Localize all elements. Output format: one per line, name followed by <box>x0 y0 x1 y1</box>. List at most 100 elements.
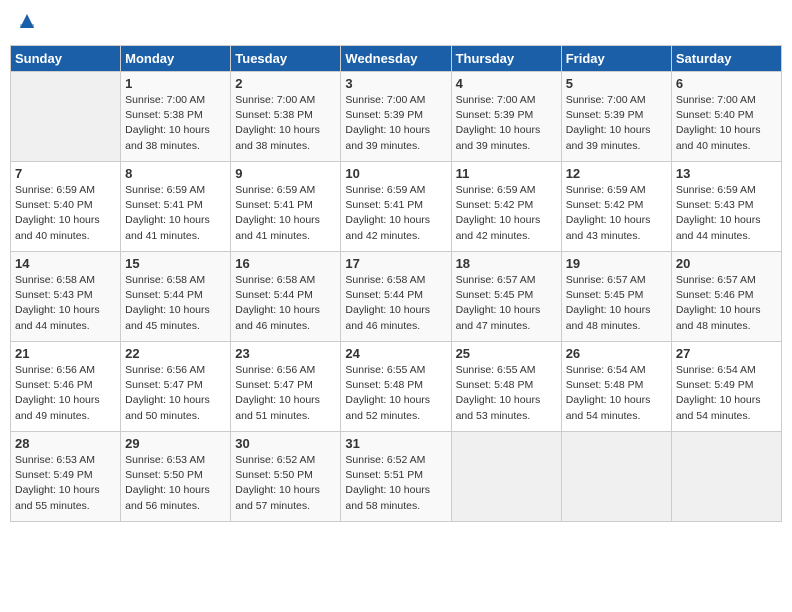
calendar-cell: 15Sunrise: 6:58 AMSunset: 5:44 PMDayligh… <box>121 252 231 342</box>
calendar-cell: 27 Sunrise: 6:54 AMSunset: 5:49 PMDayligh… <box>671 342 781 432</box>
day-info: Sunrise: 6:58 AMSunset: 5:43 PMDaylight:… <box>15 273 116 334</box>
day-info: Sunrise: 7:00 AMSunset: 5:38 PMDaylight:… <box>125 93 226 154</box>
calendar-cell: 7 Sunrise: 6:59 AMSunset: 5:40 PMDaylight… <box>11 162 121 252</box>
day-info: Sunrise: 7:00 AMSunset: 5:40 PMDaylight:… <box>676 93 777 154</box>
day-number: 11 <box>456 166 557 181</box>
day-header-tuesday: Tuesday <box>231 46 341 72</box>
calendar-cell: 23Sunrise: 6:56 AMSunset: 5:47 PMDayligh… <box>231 342 341 432</box>
day-info: Sunrise: 6:53 AMSunset: 5:50 PMDaylight:… <box>125 453 226 514</box>
day-number: 3 <box>345 76 446 91</box>
calendar-table: SundayMondayTuesdayWednesdayThursdayFrid… <box>10 45 782 522</box>
day-header-saturday: Saturday <box>671 46 781 72</box>
day-info: Sunrise: 6:59 AMSunset: 5:43 PMDaylight:… <box>676 183 777 244</box>
day-info: Sunrise: 6:57 AMSunset: 5:46 PMDaylight:… <box>676 273 777 334</box>
day-number: 8 <box>125 166 226 181</box>
calendar-week-row: 7 Sunrise: 6:59 AMSunset: 5:40 PMDaylight… <box>11 162 782 252</box>
calendar-cell: 20 Sunrise: 6:57 AMSunset: 5:46 PMDayligh… <box>671 252 781 342</box>
day-number: 2 <box>235 76 336 91</box>
day-number: 23 <box>235 346 336 361</box>
calendar-week-row: 14 Sunrise: 6:58 AMSunset: 5:43 PMDayligh… <box>11 252 782 342</box>
calendar-cell: 21 Sunrise: 6:56 AMSunset: 5:46 PMDayligh… <box>11 342 121 432</box>
day-info: Sunrise: 6:56 AMSunset: 5:47 PMDaylight:… <box>125 363 226 424</box>
day-info: Sunrise: 6:58 AMSunset: 5:44 PMDaylight:… <box>235 273 336 334</box>
logo-icon <box>16 10 38 32</box>
day-info: Sunrise: 6:58 AMSunset: 5:44 PMDaylight:… <box>345 273 446 334</box>
calendar-cell: 12 Sunrise: 6:59 AMSunset: 5:42 PMDayligh… <box>561 162 671 252</box>
day-info: Sunrise: 6:59 AMSunset: 5:40 PMDaylight:… <box>15 183 116 244</box>
day-info: Sunrise: 7:00 AMSunset: 5:39 PMDaylight:… <box>345 93 446 154</box>
day-number: 30 <box>235 436 336 451</box>
day-info: Sunrise: 6:59 AMSunset: 5:41 PMDaylight:… <box>125 183 226 244</box>
day-number: 24 <box>345 346 446 361</box>
calendar-cell <box>561 432 671 522</box>
day-info: Sunrise: 6:53 AMSunset: 5:49 PMDaylight:… <box>15 453 116 514</box>
day-number: 26 <box>566 346 667 361</box>
day-number: 25 <box>456 346 557 361</box>
calendar-cell: 30 Sunrise: 6:52 AMSunset: 5:50 PMDayligh… <box>231 432 341 522</box>
day-info: Sunrise: 6:59 AMSunset: 5:41 PMDaylight:… <box>235 183 336 244</box>
day-info: Sunrise: 6:54 AMSunset: 5:48 PMDaylight:… <box>566 363 667 424</box>
day-header-thursday: Thursday <box>451 46 561 72</box>
calendar-cell: 16Sunrise: 6:58 AMSunset: 5:44 PMDayligh… <box>231 252 341 342</box>
day-number: 19 <box>566 256 667 271</box>
calendar-cell: 6 Sunrise: 7:00 AMSunset: 5:40 PMDaylight… <box>671 72 781 162</box>
day-header-monday: Monday <box>121 46 231 72</box>
day-number: 1 <box>125 76 226 91</box>
day-header-friday: Friday <box>561 46 671 72</box>
calendar-cell: 29 Sunrise: 6:53 AMSunset: 5:50 PMDayligh… <box>121 432 231 522</box>
day-info: Sunrise: 6:57 AMSunset: 5:45 PMDaylight:… <box>566 273 667 334</box>
calendar-cell: 22Sunrise: 6:56 AMSunset: 5:47 PMDayligh… <box>121 342 231 432</box>
day-header-wednesday: Wednesday <box>341 46 451 72</box>
page-header <box>10 10 782 37</box>
day-number: 12 <box>566 166 667 181</box>
calendar-cell <box>671 432 781 522</box>
calendar-cell: 24 Sunrise: 6:55 AMSunset: 5:48 PMDayligh… <box>341 342 451 432</box>
day-number: 9 <box>235 166 336 181</box>
day-number: 14 <box>15 256 116 271</box>
calendar-cell: 2 Sunrise: 7:00 AMSunset: 5:38 PMDaylight… <box>231 72 341 162</box>
calendar-cell: 13 Sunrise: 6:59 AMSunset: 5:43 PMDayligh… <box>671 162 781 252</box>
calendar-cell: 18 Sunrise: 6:57 AMSunset: 5:45 PMDayligh… <box>451 252 561 342</box>
calendar-cell <box>451 432 561 522</box>
calendar-cell: 28 Sunrise: 6:53 AMSunset: 5:49 PMDayligh… <box>11 432 121 522</box>
day-info: Sunrise: 6:56 AMSunset: 5:46 PMDaylight:… <box>15 363 116 424</box>
day-number: 28 <box>15 436 116 451</box>
day-number: 6 <box>676 76 777 91</box>
day-header-row: SundayMondayTuesdayWednesdayThursdayFrid… <box>11 46 782 72</box>
calendar-cell: 5 Sunrise: 7:00 AMSunset: 5:39 PMDaylight… <box>561 72 671 162</box>
calendar-week-row: 28 Sunrise: 6:53 AMSunset: 5:49 PMDayligh… <box>11 432 782 522</box>
day-number: 17 <box>345 256 446 271</box>
day-info: Sunrise: 6:52 AMSunset: 5:50 PMDaylight:… <box>235 453 336 514</box>
day-number: 18 <box>456 256 557 271</box>
calendar-cell: 3 Sunrise: 7:00 AMSunset: 5:39 PMDaylight… <box>341 72 451 162</box>
calendar-cell: 11 Sunrise: 6:59 AMSunset: 5:42 PMDayligh… <box>451 162 561 252</box>
calendar-cell: 17 Sunrise: 6:58 AMSunset: 5:44 PMDayligh… <box>341 252 451 342</box>
calendar-cell: 9 Sunrise: 6:59 AMSunset: 5:41 PMDaylight… <box>231 162 341 252</box>
day-info: Sunrise: 6:59 AMSunset: 5:42 PMDaylight:… <box>566 183 667 244</box>
logo <box>14 10 38 37</box>
day-info: Sunrise: 6:55 AMSunset: 5:48 PMDaylight:… <box>345 363 446 424</box>
logo-text-block <box>14 10 38 37</box>
day-number: 21 <box>15 346 116 361</box>
calendar-cell <box>11 72 121 162</box>
day-info: Sunrise: 7:00 AMSunset: 5:38 PMDaylight:… <box>235 93 336 154</box>
day-number: 10 <box>345 166 446 181</box>
day-info: Sunrise: 7:00 AMSunset: 5:39 PMDaylight:… <box>566 93 667 154</box>
calendar-cell: 1 Sunrise: 7:00 AMSunset: 5:38 PMDaylight… <box>121 72 231 162</box>
day-number: 20 <box>676 256 777 271</box>
day-info: Sunrise: 6:54 AMSunset: 5:49 PMDaylight:… <box>676 363 777 424</box>
day-number: 7 <box>15 166 116 181</box>
day-number: 5 <box>566 76 667 91</box>
calendar-cell: 8 Sunrise: 6:59 AMSunset: 5:41 PMDaylight… <box>121 162 231 252</box>
calendar-cell: 4Sunrise: 7:00 AMSunset: 5:39 PMDaylight… <box>451 72 561 162</box>
day-number: 31 <box>345 436 446 451</box>
day-info: Sunrise: 7:00 AMSunset: 5:39 PMDaylight:… <box>456 93 557 154</box>
day-info: Sunrise: 6:57 AMSunset: 5:45 PMDaylight:… <box>456 273 557 334</box>
day-number: 13 <box>676 166 777 181</box>
day-info: Sunrise: 6:55 AMSunset: 5:48 PMDaylight:… <box>456 363 557 424</box>
day-header-sunday: Sunday <box>11 46 121 72</box>
day-info: Sunrise: 6:52 AMSunset: 5:51 PMDaylight:… <box>345 453 446 514</box>
day-number: 27 <box>676 346 777 361</box>
day-info: Sunrise: 6:59 AMSunset: 5:42 PMDaylight:… <box>456 183 557 244</box>
day-number: 29 <box>125 436 226 451</box>
